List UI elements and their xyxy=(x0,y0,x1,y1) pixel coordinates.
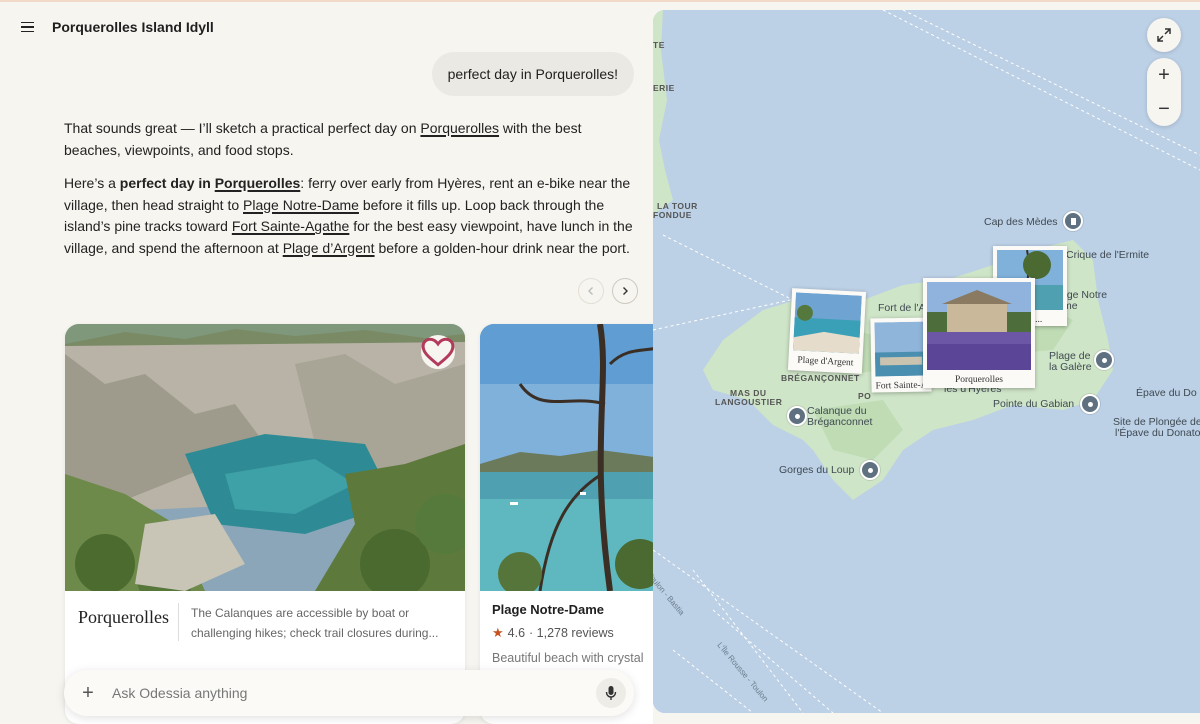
map-photo-plage-argent[interactable]: Plage d'Argent xyxy=(787,288,867,374)
chat-header: Porquerolles Island Idyll xyxy=(0,2,653,52)
map-label: FONDUE xyxy=(653,210,692,220)
card-body: Porquerolles The Calanques are accessibl… xyxy=(65,591,465,655)
microphone-icon xyxy=(605,686,617,700)
zoom-in-button[interactable]: + xyxy=(1147,58,1181,92)
place-link-fort-sainte-agathe[interactable]: Fort Sainte-Agathe xyxy=(232,218,350,234)
rating-value: 4.6 xyxy=(507,626,526,640)
place-link-plage-notre-dame[interactable]: Plage Notre-Dame xyxy=(243,197,359,213)
map-label: ERIE xyxy=(653,83,675,93)
rating-reviews: · 1,278 reviews xyxy=(529,626,614,640)
carousel-next-button[interactable] xyxy=(612,278,638,304)
card-rating: ★ 4.6 · 1,278 reviews xyxy=(492,625,653,641)
assistant-reply: That sounds great — I’ll sketch a practi… xyxy=(64,118,634,272)
map-label: PO xyxy=(858,391,872,401)
card-brand: Porquerolles xyxy=(78,607,169,627)
map-label-plongee: l'Épave du Donato xyxy=(1115,427,1200,439)
map-pane[interactable]: + − TE ERIE LA TOUR FONDUE Cap des Mèdes… xyxy=(653,10,1200,713)
card-description: The Calanques are accessible by boat or … xyxy=(191,606,439,640)
card-photo-beach xyxy=(480,324,653,591)
poi-marker[interactable] xyxy=(1063,211,1083,231)
map-label-gorges: Gorges du Loup xyxy=(779,464,855,476)
menu-icon[interactable] xyxy=(14,14,40,40)
zoom-controls: + − xyxy=(1147,58,1181,126)
map-label: BRÉGANÇONNET xyxy=(781,373,860,383)
star-icon: ★ xyxy=(492,625,504,640)
place-link-porquerolles[interactable]: Porquerolles xyxy=(420,120,499,136)
favorite-button[interactable] xyxy=(421,335,455,369)
carousel-prev-button[interactable] xyxy=(578,278,604,304)
poi-marker[interactable] xyxy=(1094,350,1114,370)
expand-icon xyxy=(1157,28,1171,42)
camera-icon xyxy=(867,467,873,473)
polaroid-photo xyxy=(927,282,1031,370)
plus-icon[interactable]: + xyxy=(78,682,98,705)
chevron-left-icon xyxy=(588,287,593,295)
camera-icon xyxy=(1087,401,1093,407)
card-divider xyxy=(178,603,179,641)
polaroid-photo xyxy=(792,292,862,354)
composer: + xyxy=(64,670,634,716)
chat-pane: Porquerolles Island Idyll perfect day in… xyxy=(0,2,653,724)
carousel-pager xyxy=(578,278,638,304)
card-photo-calanque xyxy=(65,324,465,591)
map-label-calanque: Bréganconnet xyxy=(807,416,873,428)
landmark-icon xyxy=(1070,217,1076,225)
reply-paragraph-2: Here’s a perfect day in Porquerolles: fe… xyxy=(64,173,634,259)
reply-text: Here’s a xyxy=(64,175,120,192)
map-label: TE xyxy=(653,40,665,50)
chevron-right-icon xyxy=(623,287,628,295)
zoom-out-button[interactable]: − xyxy=(1147,92,1181,126)
polaroid-photo xyxy=(874,321,928,377)
user-message: perfect day in Porquerolles! xyxy=(431,52,634,96)
calanque-photo xyxy=(65,324,465,591)
card-description: Beautiful beach with crystal xyxy=(492,651,644,665)
map-label-epave: Épave du Do xyxy=(1136,387,1197,399)
place-card-plage-notre-dame[interactable]: Plage Notre-Dame ★ 4.6 · 1,278 reviews B… xyxy=(480,324,653,724)
heart-icon xyxy=(421,337,455,367)
beach-photo xyxy=(480,324,653,591)
polaroid-caption: Fort Sainte-A... xyxy=(875,380,928,392)
poi-marker[interactable] xyxy=(787,406,807,426)
place-link-plage-argent[interactable]: Plage d’Argent xyxy=(283,240,375,256)
reply-text: before a golden-hour drink near the port… xyxy=(374,239,630,256)
map-label-fort: Fort de l'A xyxy=(878,302,926,314)
camera-icon xyxy=(794,413,800,419)
map-photo-porquerolles[interactable]: Porquerolles xyxy=(923,278,1035,388)
card-place-name: Plage Notre-Dame xyxy=(492,602,604,617)
ask-input[interactable] xyxy=(110,684,584,702)
mic-button[interactable] xyxy=(596,678,626,708)
map-label-galere: la Galère xyxy=(1049,361,1092,373)
place-card-porquerolles[interactable]: Porquerolles The Calanques are accessibl… xyxy=(65,324,465,724)
map-label-cap-medes: Cap des Mèdes xyxy=(984,216,1058,228)
card-body: Plage Notre-Dame ★ 4.6 · 1,278 reviews B… xyxy=(480,591,653,676)
map-label-gabian: Pointe du Gabian xyxy=(993,398,1075,410)
place-link-porquerolles-2[interactable]: Porquerolles xyxy=(215,175,301,191)
poi-marker[interactable] xyxy=(860,460,880,480)
reply-paragraph-1: That sounds great — I’ll sketch a practi… xyxy=(64,118,634,161)
expand-map-button[interactable] xyxy=(1147,18,1181,52)
map-label-crique: Crique de l'Ermite xyxy=(1066,249,1150,261)
beach-icon xyxy=(1101,357,1107,363)
poi-marker[interactable] xyxy=(1080,394,1100,414)
reply-bold: perfect day in xyxy=(119,175,215,192)
page-title: Porquerolles Island Idyll xyxy=(52,19,214,35)
polaroid-caption: Porquerolles xyxy=(954,375,1004,385)
reply-text: That sounds great — I’ll sketch a practi… xyxy=(64,120,421,136)
map-label: LANGOUSTIER xyxy=(715,397,783,407)
polaroid-caption: Plage d'Argent xyxy=(797,355,854,369)
